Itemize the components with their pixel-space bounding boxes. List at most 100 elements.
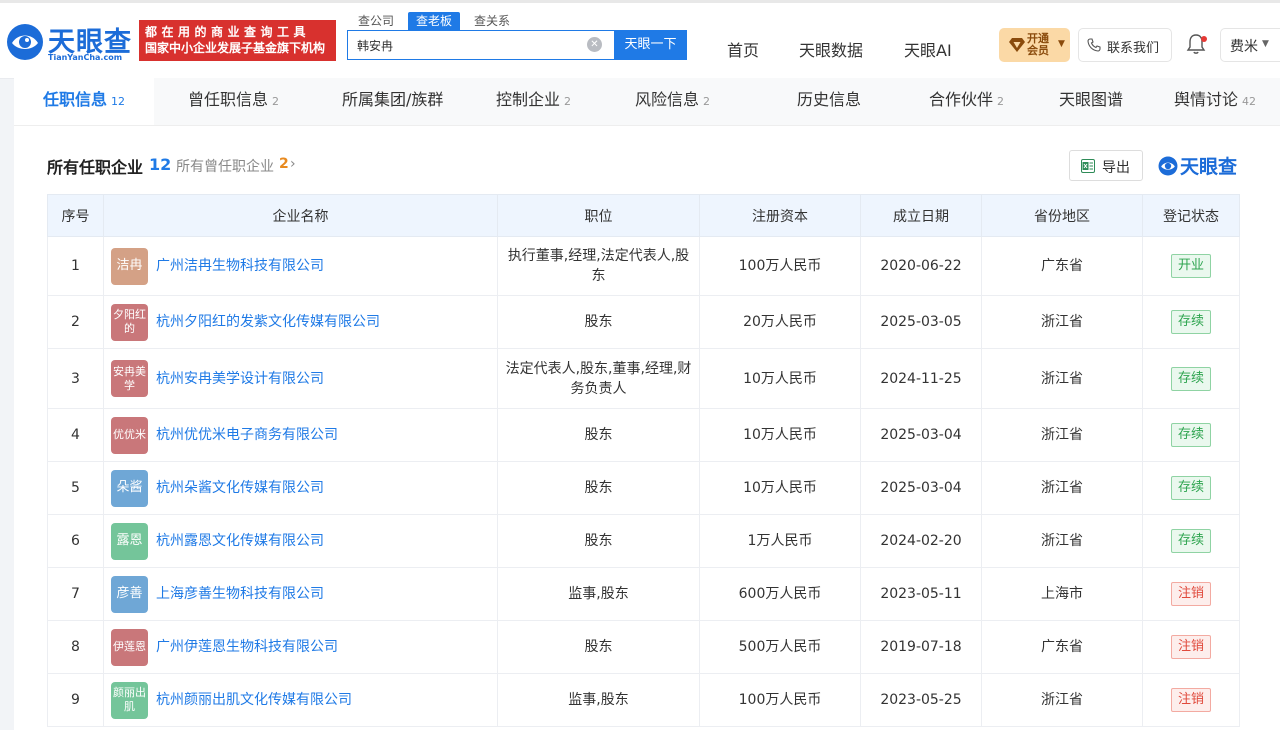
- former-link-count[interactable]: 2: [279, 156, 289, 172]
- company-name-link[interactable]: 广州伊莲恩生物科技有限公司: [156, 637, 338, 657]
- tab-label: 风险信息: [635, 90, 700, 109]
- user-menu[interactable]: 费米 ▼: [1220, 28, 1280, 62]
- col-header: 注册资本: [699, 194, 861, 237]
- positions-table: 序号 企业名称 职位 注册资本 成立日期 省份地区 登记状态 1 洁冉 广州洁冉生物…: [47, 194, 1240, 727]
- date-cell: 2025-03-05: [860, 295, 982, 349]
- slogan-banner: 都在用的商业查询工具 国家中小企业发展子基金旗下机构: [139, 20, 336, 61]
- tab-count: 2: [703, 95, 711, 108]
- tab-history[interactable]: 历史信息: [797, 78, 861, 125]
- table-row[interactable]: 2 夕阳红的 杭州夕阳红的发紫文化传媒有限公司 股东 20万人民币 2025-03-05 浙…: [47, 295, 1240, 349]
- brand-watermark: 天眼查: [1158, 154, 1240, 178]
- capital-cell: 1万人民币: [699, 514, 861, 568]
- capital-cell: 100万人民币: [699, 236, 861, 296]
- search-box: ✕: [347, 30, 615, 60]
- company-avatar: 伊莲恩: [111, 628, 148, 666]
- nav-ai[interactable]: 天眼AI: [904, 37, 952, 61]
- company-cell: 夕阳红的 杭州夕阳红的发紫文化传媒有限公司: [103, 295, 498, 349]
- tab-label: 控制企业: [496, 90, 561, 109]
- capital-cell: 20万人民币: [699, 295, 861, 349]
- company-avatar: 彦善: [111, 575, 148, 613]
- export-label: 导出: [1102, 160, 1130, 176]
- status-badge: 存续: [1170, 529, 1211, 553]
- site-header: 天眼查 TianYanCha.com 都在用的商业查询工具 国家中小企业发展子基…: [0, 3, 1280, 79]
- tab-former-positions[interactable]: 曾任职信息 2: [188, 78, 279, 125]
- search-button[interactable]: 天眼一下: [614, 30, 687, 60]
- user-name: 费米: [1230, 39, 1258, 55]
- position-cell: 股东: [497, 408, 700, 462]
- info-tabbar: 任职信息 12 曾任职信息 2 所属集团/族群 控制企业 2 风险信息 2 历史信息 合…: [14, 78, 1280, 126]
- company-cell: 彦善 上海彦善生物科技有限公司: [103, 567, 498, 621]
- former-link[interactable]: 所有曾任职企业: [176, 156, 274, 176]
- notification-dot: [1201, 36, 1207, 42]
- status-cell: 存续: [1142, 295, 1240, 349]
- row-number: 5: [47, 461, 104, 515]
- tab-controlled[interactable]: 控制企业 2: [496, 78, 571, 125]
- table-row[interactable]: 7 彦善 上海彦善生物科技有限公司 监事,股东 600万人民币 2023-05-11 上海市…: [47, 567, 1240, 621]
- status-cell: 存续: [1142, 461, 1240, 515]
- company-name-link[interactable]: 杭州优优米电子商务有限公司: [156, 425, 338, 445]
- chevron-right-icon[interactable]: ›: [290, 156, 296, 172]
- contact-button[interactable]: 联系我们: [1078, 28, 1172, 62]
- position-cell: 股东: [497, 295, 700, 349]
- company-avatar: 颜丽出肌: [111, 681, 148, 719]
- table-row[interactable]: 9 颜丽出肌 杭州颜丽出肌文化传媒有限公司 监事,股东 100万人民币 2023-05-2…: [47, 673, 1240, 727]
- tab-risk[interactable]: 风险信息 2: [635, 78, 710, 125]
- clear-icon[interactable]: ✕: [587, 37, 602, 52]
- position-cell: 执行董事,经理,法定代表人,股东: [497, 236, 700, 296]
- slogan-line2: 国家中小企业发展子基金旗下机构: [145, 41, 326, 55]
- section-count: 12: [149, 155, 172, 174]
- table-row[interactable]: 5 朵酱 杭州朵酱文化传媒有限公司 股东 10万人民币 2025-03-04 浙江省 存续: [47, 461, 1240, 515]
- tab-group[interactable]: 所属集团/族群: [342, 78, 443, 125]
- nav-data[interactable]: 天眼数据: [799, 37, 863, 61]
- tab-count: 42: [1242, 95, 1257, 108]
- company-cell: 朵酱 杭州朵酱文化传媒有限公司: [103, 461, 498, 515]
- region-cell: 浙江省: [981, 461, 1143, 515]
- status-badge: 存续: [1170, 366, 1211, 391]
- tab-discussion[interactable]: 舆情讨论 42: [1174, 78, 1256, 125]
- vip-button[interactable]: 开通会员 ▼: [999, 28, 1070, 62]
- bell-icon[interactable]: [1182, 30, 1210, 58]
- site-logo[interactable]: 天眼查 TianYanCha.com: [6, 23, 132, 67]
- search-tab-relation[interactable]: 查关系: [466, 12, 518, 30]
- col-header: 序号: [47, 194, 104, 237]
- tab-count: 12: [111, 95, 125, 108]
- region-cell: 上海市: [981, 567, 1143, 621]
- position-cell: 法定代表人,股东,董事,经理,财务负责人: [497, 348, 700, 409]
- company-name-link[interactable]: 杭州安冉美学设计有限公司: [156, 369, 324, 389]
- table-row[interactable]: 4 优优米 杭州优优米电子商务有限公司 股东 10万人民币 2025-03-04 浙江省 存续: [47, 408, 1240, 462]
- logo-eye-icon: [1158, 156, 1178, 176]
- search-tab-boss[interactable]: 查老板: [408, 12, 461, 30]
- company-name-link[interactable]: 上海彦善生物科技有限公司: [156, 584, 324, 604]
- excel-icon: [1081, 159, 1095, 173]
- table-row[interactable]: 3 安冉美学 杭州安冉美学设计有限公司 法定代表人,股东,董事,经理,财务负责人 10万…: [47, 348, 1240, 409]
- tab-label: 曾任职信息: [188, 90, 269, 109]
- company-name-link[interactable]: 杭州露恩文化传媒有限公司: [156, 531, 324, 551]
- tab-count: 2: [564, 95, 572, 108]
- region-cell: 广东省: [981, 236, 1143, 296]
- capital-cell: 100万人民币: [699, 673, 861, 727]
- status-cell: 开业: [1142, 236, 1240, 296]
- contact-label: 联系我们: [1107, 41, 1160, 56]
- company-name-link[interactable]: 杭州夕阳红的发紫文化传媒有限公司: [156, 312, 380, 332]
- tab-partners[interactable]: 合作伙伴 2: [929, 78, 1004, 125]
- table-row[interactable]: 1 洁冉 广州洁冉生物科技有限公司 执行董事,经理,法定代表人,股东 100万人民币 20…: [47, 236, 1240, 296]
- search-input[interactable]: [348, 31, 584, 59]
- tab-graph[interactable]: 天眼图谱: [1059, 78, 1123, 125]
- export-button[interactable]: 导出: [1069, 150, 1143, 181]
- company-name-link[interactable]: 广州洁冉生物科技有限公司: [156, 256, 324, 276]
- search-tab-company[interactable]: 查公司: [350, 12, 402, 30]
- tab-current-positions[interactable]: 任职信息 12: [14, 78, 154, 125]
- row-number: 3: [47, 348, 104, 409]
- table-row[interactable]: 8 伊莲恩 广州伊莲恩生物科技有限公司 股东 500万人民币 2019-07-18 广东省注…: [47, 620, 1240, 674]
- company-cell: 伊莲恩 广州伊莲恩生物科技有限公司: [103, 620, 498, 674]
- company-avatar: 露恩: [111, 522, 148, 560]
- company-name-link[interactable]: 杭州颜丽出肌文化传媒有限公司: [156, 690, 352, 710]
- table-row[interactable]: 6 露恩 杭州露恩文化传媒有限公司 股东 1万人民币 2024-02-20 浙江省 存续: [47, 514, 1240, 568]
- nav-home[interactable]: 首页: [727, 37, 759, 61]
- position-cell: 股东: [497, 620, 700, 674]
- tab-label: 历史信息: [797, 90, 862, 109]
- status-badge: 注销: [1170, 688, 1211, 712]
- company-name-link[interactable]: 杭州朵酱文化传媒有限公司: [156, 478, 324, 498]
- tab-label: 任职信息: [42, 90, 107, 109]
- tab-count: 2: [272, 95, 280, 108]
